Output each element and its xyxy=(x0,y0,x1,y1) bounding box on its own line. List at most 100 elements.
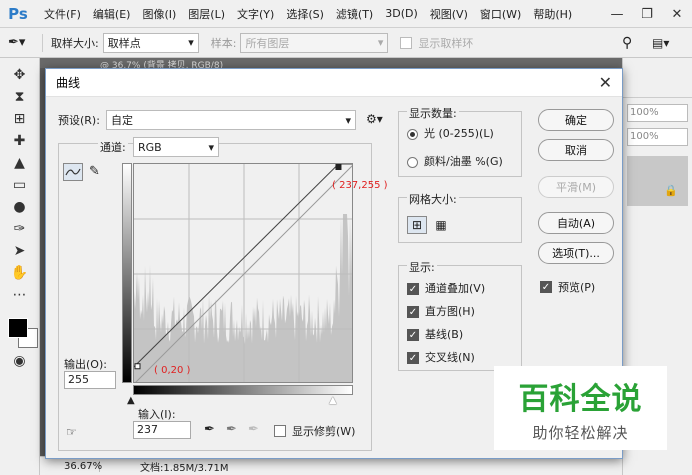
channel-overlay-checkbox[interactable]: ✓ xyxy=(407,283,419,295)
menu-image[interactable]: 图像(I) xyxy=(136,6,182,22)
layer-row[interactable]: 🔒 xyxy=(627,156,688,206)
chevron-down-icon: ▾ xyxy=(208,140,214,154)
menu-window[interactable]: 窗口(W) xyxy=(474,6,527,22)
show-ring-checkbox[interactable] xyxy=(400,36,413,49)
pigment-radio[interactable] xyxy=(407,156,418,168)
target-adjust-icon[interactable]: ☞ xyxy=(66,425,77,439)
workspace-icon[interactable]: ▤▾ xyxy=(652,36,669,50)
lasso-tool-icon[interactable]: ⧗ xyxy=(5,86,35,108)
hand-tool-icon[interactable]: ✋ xyxy=(5,262,35,284)
detailed-grid-icon[interactable]: ▦ xyxy=(431,216,451,234)
preset-options-gear-icon[interactable]: ⚙▾ xyxy=(366,112,383,126)
preview-checkbox[interactable]: ✓ xyxy=(540,281,552,293)
photoshop-logo: Ps xyxy=(8,4,28,23)
histogram-checkbox[interactable]: ✓ xyxy=(407,306,419,318)
smooth-button[interactable]: 平滑(M) xyxy=(538,176,614,198)
chevron-down-icon: ▾ xyxy=(188,36,194,49)
menu-type[interactable]: 文字(Y) xyxy=(231,6,280,22)
preview-option[interactable]: ✓ 预览(P) xyxy=(540,279,595,295)
simple-grid-icon[interactable]: ⊞ xyxy=(407,216,427,234)
move-tool-icon[interactable]: ✥ xyxy=(5,64,35,86)
menu-3d[interactable]: 3D(D) xyxy=(379,7,424,20)
blur-tool-icon[interactable]: ● xyxy=(5,196,35,218)
channel-value: RGB xyxy=(138,140,162,154)
crosshair-checkbox[interactable]: ✓ xyxy=(407,352,419,364)
light-label: 光 (0-255)(L) xyxy=(424,127,494,140)
light-radio[interactable] xyxy=(407,128,418,140)
dialog-titlebar: 曲线 ✕ xyxy=(46,69,622,97)
color-swatches[interactable] xyxy=(0,310,39,350)
menu-select[interactable]: 选择(S) xyxy=(280,6,330,22)
menu-view[interactable]: 视图(V) xyxy=(424,6,474,22)
menu-edit[interactable]: 编辑(E) xyxy=(87,6,137,22)
opacity-field[interactable]: 100% xyxy=(627,104,688,122)
chevron-down-icon: ▾ xyxy=(377,36,384,49)
curve-edit-points-icon[interactable] xyxy=(63,163,83,181)
watermark-logo: 百科全说 助你轻松解决 xyxy=(494,366,667,450)
histogram-option[interactable]: ✓ 直方图(H) xyxy=(407,303,475,319)
crop-tool-icon[interactable]: ⊞ xyxy=(5,108,35,130)
pen-tool-icon[interactable]: ✑ xyxy=(5,218,35,240)
restore-icon[interactable]: ❐ xyxy=(632,0,662,28)
divider xyxy=(42,33,43,52)
preview-label: 预览(P) xyxy=(558,281,596,294)
eraser-tool-icon[interactable]: ▭ xyxy=(5,174,35,196)
auto-button[interactable]: 自动(A) xyxy=(538,212,614,234)
grid-size-title: 网格大小: xyxy=(407,191,459,207)
cancel-button[interactable]: 取消 xyxy=(538,139,614,161)
white-point-slider-icon[interactable]: ▲ xyxy=(329,395,337,406)
minimize-icon[interactable]: — xyxy=(602,0,632,28)
black-point-slider-icon[interactable]: ▲ xyxy=(127,395,135,406)
channel-overlay-label: 通道叠加(V) xyxy=(425,282,486,295)
output-gradient-bar xyxy=(122,163,132,383)
close-window-icon[interactable]: ✕ xyxy=(662,0,692,28)
sample-size-select[interactable]: 取样点 ▾ xyxy=(102,32,199,53)
sample-select[interactable]: 所有图层 ▾ xyxy=(240,32,389,53)
baseline-label: 基线(B) xyxy=(425,328,464,341)
curve-point-top xyxy=(335,164,342,170)
menu-layer[interactable]: 图层(L) xyxy=(182,6,231,22)
show-clipping-checkbox[interactable] xyxy=(274,425,286,437)
baseline-option[interactable]: ✓ 基线(B) xyxy=(407,326,463,342)
sample-size-label: 取样大小: xyxy=(51,36,99,50)
crosshair-option[interactable]: ✓ 交叉线(N) xyxy=(407,349,475,365)
input-field[interactable]: 237 xyxy=(133,421,191,439)
menu-file[interactable]: 文件(F) xyxy=(38,6,87,22)
pencil-draw-icon[interactable]: ✎ xyxy=(89,164,100,179)
close-icon[interactable]: ✕ xyxy=(599,73,612,92)
gray-eyedropper-icon[interactable]: ✒ xyxy=(226,422,237,437)
black-eyedropper-icon[interactable]: ✒ xyxy=(204,422,215,437)
quick-mask-icon[interactable]: ◉ xyxy=(5,350,35,372)
top-point-label: ( 237,255 ) xyxy=(332,180,388,191)
channel-select[interactable]: RGB ▾ xyxy=(133,137,219,157)
select-tool-icon[interactable]: ➤ xyxy=(5,240,35,262)
show-clipping-option[interactable]: 显示修剪(W) xyxy=(274,423,355,439)
channel-overlay-option[interactable]: ✓ 通道叠加(V) xyxy=(407,280,485,296)
preset-value: 自定 xyxy=(111,114,133,127)
options-button[interactable]: 选项(T)... xyxy=(538,242,614,264)
stamp-tool-icon[interactable]: ▲ xyxy=(5,152,35,174)
light-option[interactable]: 光 (0-255)(L) xyxy=(407,125,494,141)
foreground-color-swatch[interactable] xyxy=(8,318,28,338)
healing-tool-icon[interactable]: ✚ xyxy=(5,130,35,152)
input-gradient-bar xyxy=(133,385,353,395)
curves-graph[interactable] xyxy=(133,163,353,383)
zoom-level[interactable]: 36.67% xyxy=(40,460,102,472)
curve-svg xyxy=(134,164,352,382)
document-tab[interactable]: @ 36.7% (背景 拷贝, RGB/8) xyxy=(40,58,622,71)
show-title: 显示: xyxy=(407,259,437,275)
fill-field[interactable]: 100% xyxy=(627,128,688,146)
search-icon[interactable]: ⚲ xyxy=(622,35,632,51)
preset-select[interactable]: 自定 ▾ xyxy=(106,110,356,130)
menu-filter[interactable]: 滤镜(T) xyxy=(330,6,379,22)
eyedropper-icon[interactable]: ✒▾ xyxy=(8,35,34,50)
output-label: 输出(O): xyxy=(64,358,107,371)
menu-help[interactable]: 帮助(H) xyxy=(527,6,578,22)
white-eyedropper-icon[interactable]: ✒ xyxy=(248,422,259,437)
more-tools-icon[interactable]: ⋯ xyxy=(5,284,35,306)
input-label: 输入(I): xyxy=(138,408,176,421)
baseline-checkbox[interactable]: ✓ xyxy=(407,329,419,341)
pigment-option[interactable]: 颜料/油墨 %(G) xyxy=(407,153,503,169)
ok-button[interactable]: 确定 xyxy=(538,109,614,131)
output-field[interactable]: 255 xyxy=(64,371,116,389)
